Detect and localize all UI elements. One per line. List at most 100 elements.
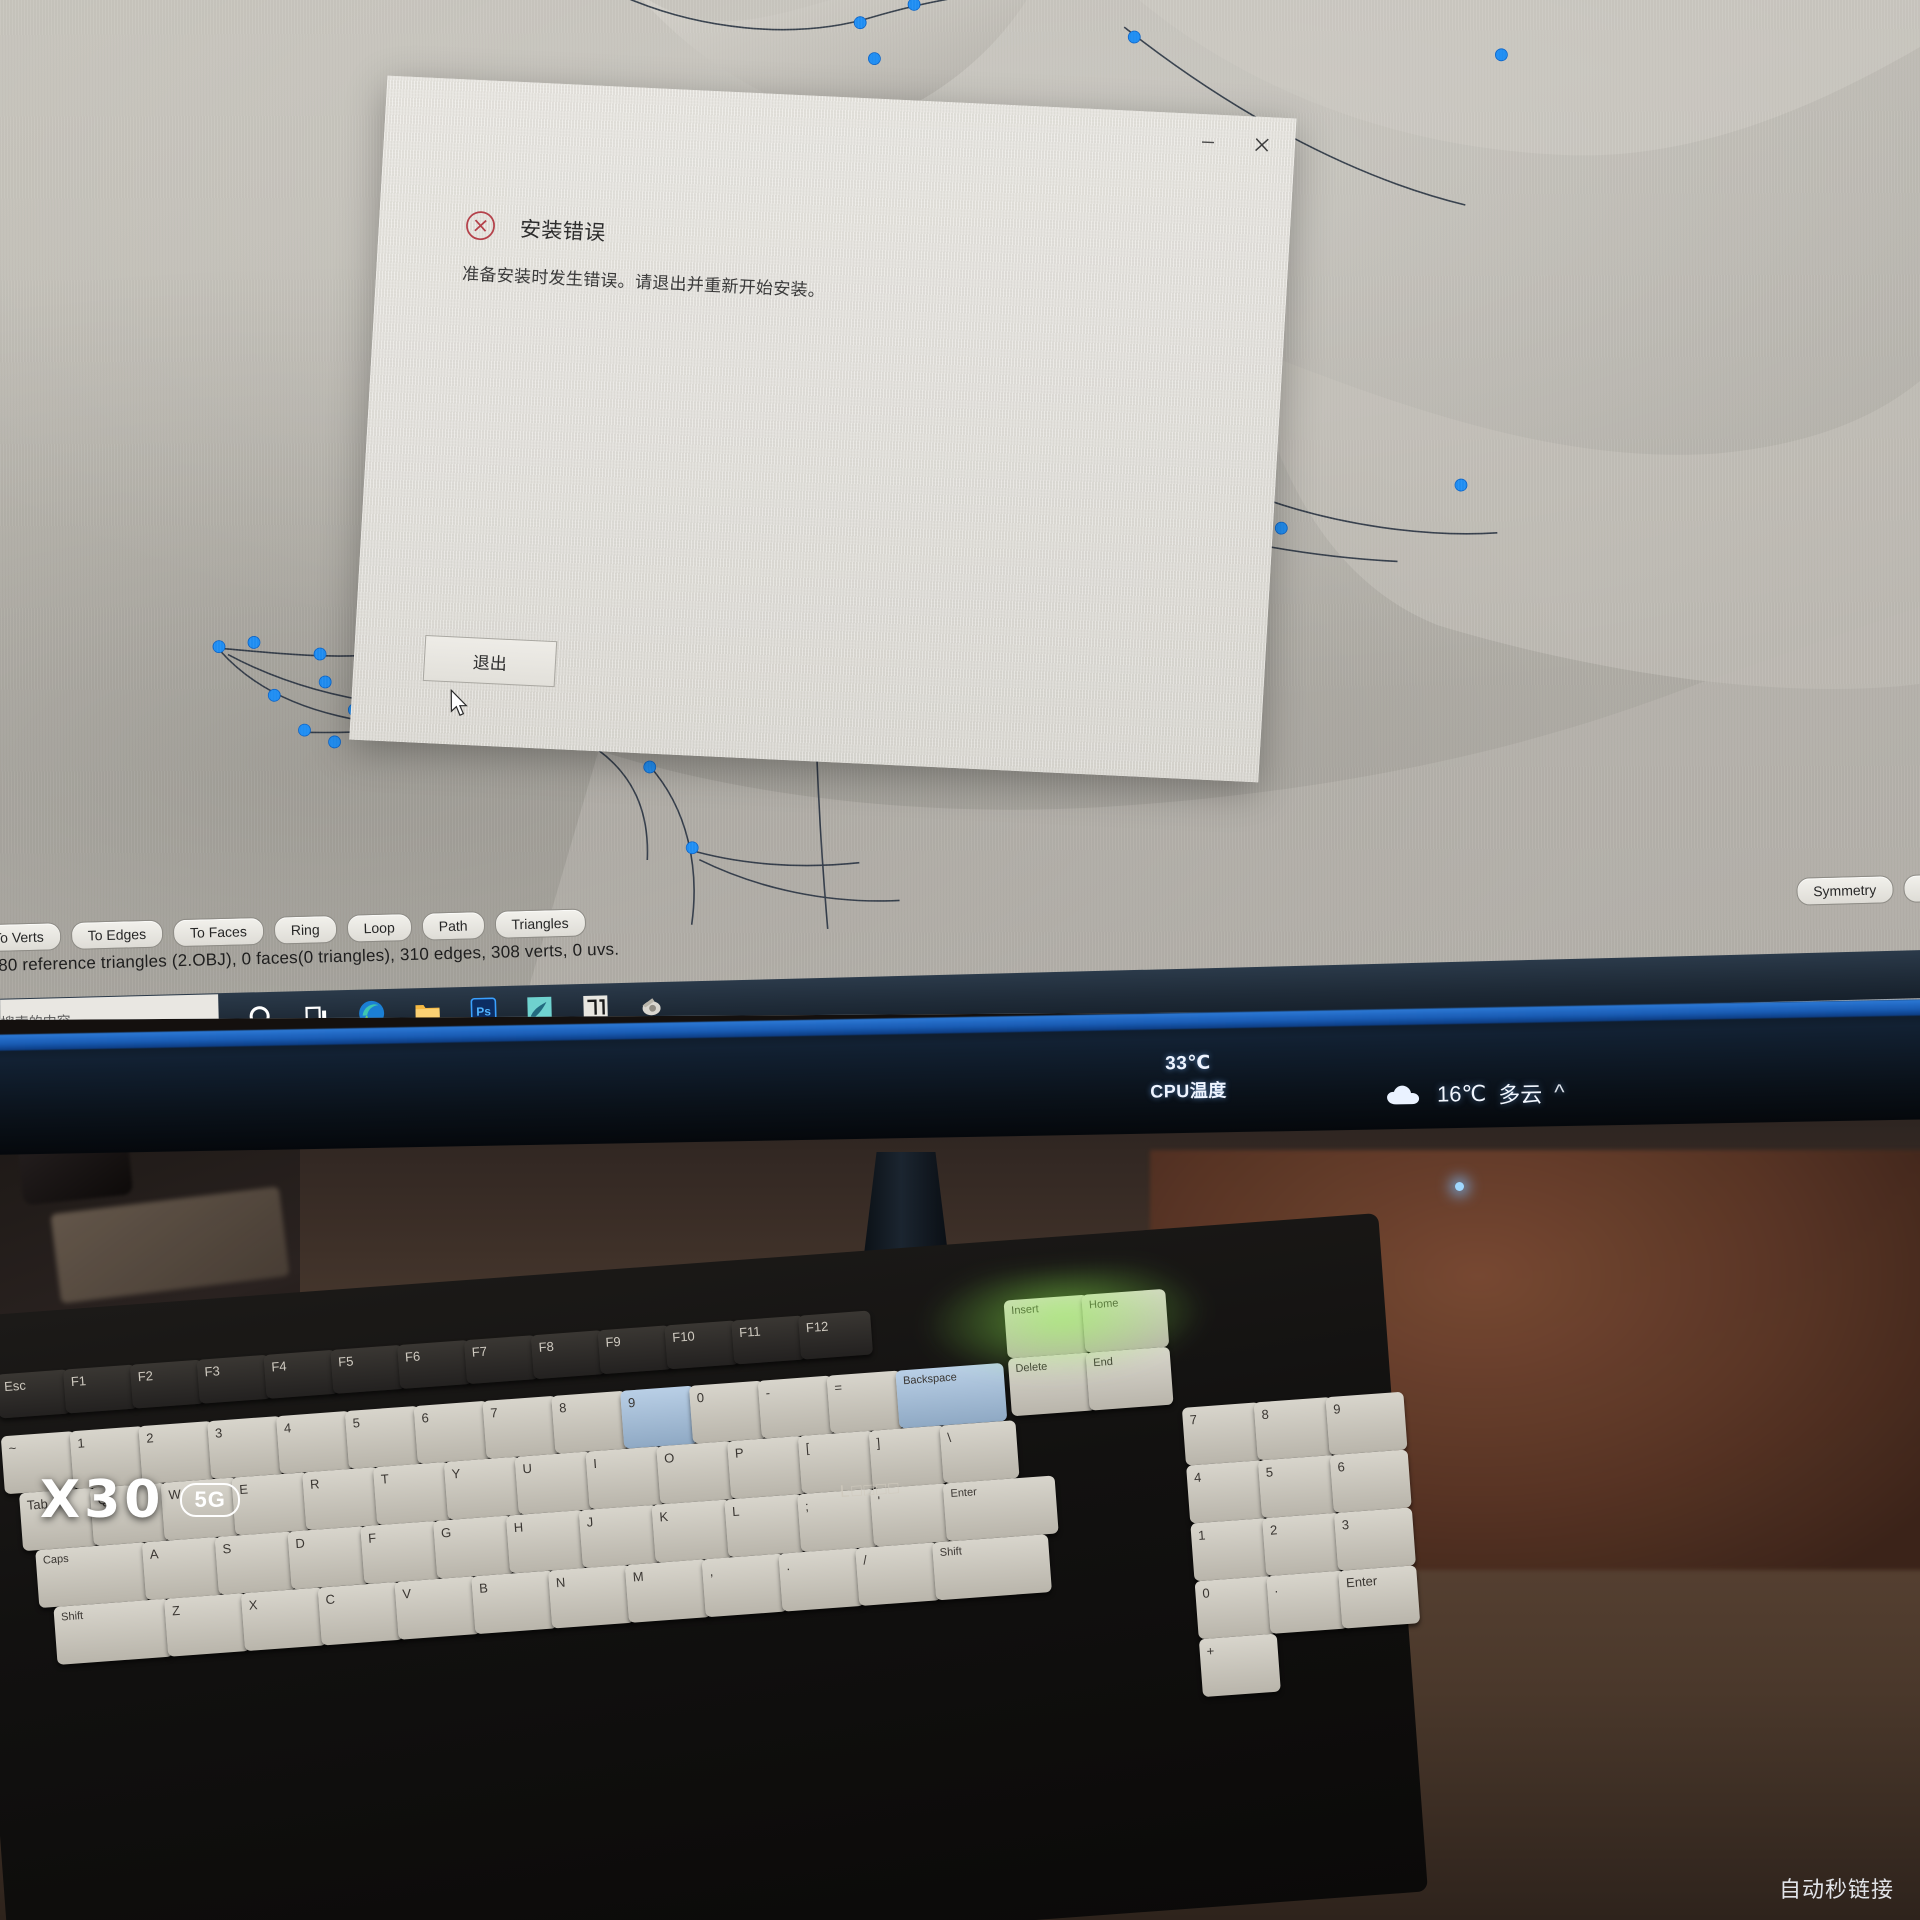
key-8[interactable]: 8	[551, 1390, 630, 1454]
svg-text:Ps: Ps	[476, 1004, 491, 1018]
key-f6[interactable]: F6	[397, 1339, 473, 1390]
numpad-key-0[interactable]: 0	[1194, 1575, 1277, 1640]
numpad-key-4[interactable]: 4	[1186, 1460, 1269, 1524]
key-shift[interactable]: Shift	[53, 1598, 174, 1665]
key-f[interactable]: F	[360, 1520, 443, 1585]
to-edges-button[interactable]: To Edges	[70, 919, 164, 950]
numpad-key-9[interactable]: 9	[1325, 1391, 1408, 1456]
numpad-key-n[interactable]: +	[1198, 1633, 1281, 1698]
numpad-key-5[interactable]: 5	[1257, 1454, 1340, 1519]
edge-icon[interactable]	[356, 998, 387, 1020]
site-watermark-text: 自动秒链接	[1778, 1877, 1894, 1902]
key-enter[interactable]: Enter	[942, 1475, 1059, 1542]
numpad-key-enter[interactable]: Enter	[1338, 1565, 1421, 1629]
key-[interactable]: \	[939, 1420, 1020, 1484]
symmetry-partial-button[interactable]: Sy	[1902, 873, 1920, 903]
blender-icon[interactable]	[636, 991, 667, 1020]
key-i[interactable]: I	[585, 1446, 666, 1510]
key-d[interactable]: D	[287, 1526, 370, 1590]
key-e[interactable]: E	[231, 1472, 312, 1536]
app-right-buttons: Symmetry Sy	[1795, 873, 1920, 906]
key-s[interactable]: S	[214, 1531, 297, 1595]
key-f2[interactable]: F2	[129, 1359, 205, 1409]
numpad-key-n[interactable]: .	[1266, 1570, 1349, 1635]
key-l[interactable]: L	[724, 1493, 807, 1558]
key-g[interactable]: G	[433, 1515, 516, 1579]
key-z[interactable]: Z	[164, 1592, 251, 1657]
path-button[interactable]: Path	[421, 911, 485, 941]
close-icon	[1255, 138, 1269, 152]
substance-painter-icon[interactable]	[524, 994, 555, 1020]
triangles-button[interactable]: Triangles	[494, 908, 586, 939]
key-o[interactable]: O	[656, 1440, 737, 1505]
file-explorer-icon[interactable]	[412, 997, 443, 1020]
numpad-key-7[interactable]: 7	[1181, 1402, 1264, 1466]
numpad-key-1[interactable]: 1	[1190, 1517, 1273, 1582]
key-[interactable]: ,	[701, 1553, 788, 1618]
cpu-temp-value: 33℃	[1164, 1052, 1212, 1075]
key-k[interactable]: K	[651, 1499, 734, 1563]
numpad-key-2[interactable]: 2	[1262, 1512, 1345, 1577]
mouse-cursor	[450, 689, 468, 716]
key-h[interactable]: H	[505, 1509, 588, 1574]
minimize-button[interactable]	[1184, 121, 1232, 163]
monitor-power-led	[1455, 1182, 1464, 1191]
install-error-dialog: 安装错误 准备安装时发生错误。请退出并重新开始安装。 退出	[349, 75, 1297, 783]
key-x[interactable]: X	[240, 1587, 327, 1652]
symmetry-button[interactable]: Symmetry	[1795, 875, 1894, 906]
taskbar-icon-strip: Ps	[244, 991, 667, 1020]
key-f5[interactable]: F5	[330, 1344, 406, 1394]
chevron-up-icon[interactable]: ^	[1554, 1079, 1565, 1105]
error-circle-x-icon	[466, 211, 495, 241]
key-esc[interactable]: Esc	[0, 1369, 72, 1419]
loop-button[interactable]: Loop	[346, 913, 413, 943]
key-b[interactable]: B	[471, 1570, 558, 1635]
key-t[interactable]: T	[373, 1461, 454, 1526]
task-view-icon[interactable]	[300, 999, 331, 1020]
key-shift[interactable]: Shift	[932, 1534, 1052, 1601]
key-n[interactable]: N	[548, 1564, 635, 1629]
key-7[interactable]: 7	[482, 1395, 561, 1459]
key-f8[interactable]: F8	[530, 1330, 606, 1380]
taskbar-search-box[interactable]: 搜索的内容	[0, 994, 220, 1020]
key-f11[interactable]: F11	[731, 1315, 807, 1365]
photoshop-icon[interactable]: Ps	[468, 995, 499, 1020]
key-f10[interactable]: F10	[664, 1320, 740, 1370]
topogun-icon[interactable]	[580, 992, 611, 1020]
key-5[interactable]: 5	[344, 1405, 423, 1470]
key-a[interactable]: A	[141, 1536, 224, 1601]
key-[interactable]: -	[757, 1375, 836, 1439]
key-f9[interactable]: F9	[597, 1325, 673, 1375]
key-[interactable]: .	[778, 1547, 865, 1612]
to-verts-button[interactable]: To Verts	[0, 922, 62, 953]
key-6[interactable]: 6	[413, 1400, 492, 1464]
key-f1[interactable]: F1	[63, 1364, 139, 1414]
exit-button[interactable]: 退出	[422, 635, 558, 688]
close-button[interactable]	[1238, 124, 1286, 166]
numpad-key-6[interactable]: 6	[1329, 1449, 1412, 1514]
key-m[interactable]: M	[624, 1559, 711, 1623]
site-watermark: 自动秒链接	[1779, 1872, 1894, 1904]
key-f3[interactable]: F3	[196, 1354, 272, 1404]
numpad-key-8[interactable]: 8	[1253, 1396, 1336, 1461]
key-p[interactable]: P	[727, 1435, 808, 1500]
key-f4[interactable]: F4	[263, 1349, 339, 1399]
numpad-key-3[interactable]: 3	[1333, 1507, 1416, 1571]
key-[interactable]: =	[826, 1370, 905, 1434]
key-9[interactable]: 9	[620, 1385, 699, 1449]
key-f12[interactable]: F12	[798, 1310, 874, 1360]
key-y[interactable]: Y	[443, 1456, 524, 1520]
key-r[interactable]: R	[302, 1466, 383, 1531]
key-j[interactable]: J	[578, 1504, 661, 1569]
key-u[interactable]: U	[514, 1451, 595, 1515]
key-c[interactable]: C	[317, 1581, 404, 1646]
ring-button[interactable]: Ring	[273, 914, 337, 945]
to-faces-button[interactable]: To Faces	[172, 916, 265, 948]
cortana-icon[interactable]	[244, 1001, 275, 1020]
key-f7[interactable]: F7	[463, 1335, 539, 1385]
key-4[interactable]: 4	[276, 1410, 355, 1475]
key-v[interactable]: V	[394, 1576, 481, 1640]
key-0[interactable]: 0	[688, 1380, 767, 1444]
key-[interactable]: /	[855, 1542, 942, 1607]
key-caps[interactable]: Caps	[35, 1542, 152, 1609]
